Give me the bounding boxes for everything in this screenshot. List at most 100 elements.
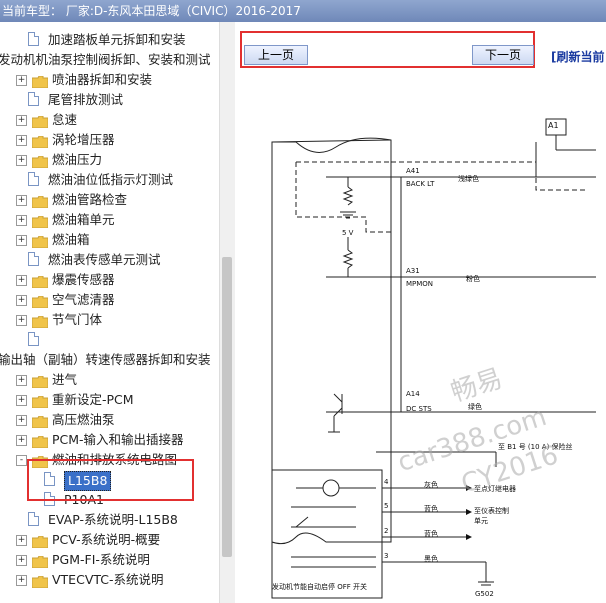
tree-item[interactable]: + 高压燃油泵 (0, 410, 220, 430)
tree-item[interactable]: 燃油油位低指示灯测试 (0, 170, 220, 190)
tree-item[interactable]: + 燃油箱单元 (0, 210, 220, 230)
tree-item[interactable]: + PGM-FI-系统说明 (0, 550, 220, 570)
tree-item[interactable]: + 空气滤清器 (0, 290, 220, 310)
tree-item[interactable]: 输出轴（副轴）转速传感器拆卸和安装 (0, 350, 220, 370)
tree-item[interactable] (0, 330, 220, 350)
tree-item[interactable]: 发动机机油泵控制阀拆卸、安装和测试 (0, 50, 220, 70)
a1-box-label: A1 (548, 121, 559, 130)
signal-a41: BACK LT (406, 180, 435, 188)
tree-item-label: 爆震传感器 (52, 272, 115, 287)
tree-item-label: PCM-输入和输出插接器 (52, 432, 184, 447)
expand-icon[interactable]: + (16, 155, 27, 166)
folder-icon (31, 294, 49, 309)
expand-icon[interactable]: + (16, 575, 27, 586)
scrollbar-thumb[interactable] (222, 257, 232, 557)
tree-item-label: 节气门体 (52, 312, 103, 327)
tree-item-label: 燃油箱单元 (52, 212, 115, 227)
tree-scrollbar[interactable] (219, 22, 235, 603)
expand-icon[interactable]: + (16, 135, 27, 146)
wire-color-5: 蓝色 (424, 505, 438, 513)
tree-item-label: PCV-系统说明-概要 (52, 532, 161, 547)
tree-item-label: 喷油器拆卸和安装 (52, 72, 153, 87)
signal-a14: DC STS (406, 405, 432, 413)
tree-item[interactable]: + 进气 (0, 370, 220, 390)
ground-label: G502 (475, 590, 494, 598)
voltage-label: 5 V (342, 229, 354, 237)
expand-icon[interactable]: + (16, 235, 27, 246)
expand-icon[interactable]: + (16, 195, 27, 206)
pin-a31: A31 (406, 267, 420, 275)
tree-item-label: 燃油表传感单元测试 (48, 252, 161, 267)
tree-item[interactable]: + 燃油压力 (0, 150, 220, 170)
tree-item[interactable]: EVAP-系统说明-L15B8 (0, 510, 220, 530)
expand-icon[interactable]: + (16, 215, 27, 226)
tree-panel: 加速踏板单元拆卸和安装发动机机油泵控制阀拆卸、安装和测试 + 喷油器拆卸和安装尾管排… (0, 22, 235, 603)
tree-item[interactable]: 燃油表传感单元测试 (0, 250, 220, 270)
tree-item-label: 重新设定-PCM (52, 392, 134, 407)
folder-icon (31, 194, 49, 209)
expand-icon[interactable]: + (16, 295, 27, 306)
tree-item-label: 加速踏板单元拆卸和安装 (48, 32, 186, 47)
pin-a14: A14 (406, 390, 420, 398)
expand-icon[interactable]: + (16, 275, 27, 286)
wire-color-3: 黑色 (424, 555, 438, 563)
wire-color-4: 灰色 (424, 481, 438, 489)
pin-5: 5 (384, 502, 389, 510)
expand-icon[interactable]: + (16, 115, 27, 126)
wiring-diagram (271, 118, 596, 599)
folder-icon (31, 554, 49, 569)
tree-item[interactable]: + 燃油管路检查 (0, 190, 220, 210)
tree-item[interactable]: + PCM-输入和输出插接器 (0, 430, 220, 450)
folder-icon (31, 434, 49, 449)
folder-icon (31, 314, 49, 329)
tree-item[interactable]: + 怠速 (0, 110, 220, 130)
tree-item-label: 尾管排放测试 (48, 92, 124, 107)
expand-icon[interactable]: + (16, 395, 27, 406)
tree-item[interactable]: + PCV-系统说明-概要 (0, 530, 220, 550)
pin-3: 3 (384, 552, 389, 560)
expand-icon[interactable]: + (16, 315, 27, 326)
collapse-icon[interactable]: - (16, 455, 27, 466)
expand-icon[interactable]: + (16, 535, 27, 546)
expand-icon[interactable]: + (16, 555, 27, 566)
tree-item[interactable]: + 涡轮增压器 (0, 130, 220, 150)
tree-item[interactable]: + VTECVTC-系统说明 (0, 570, 220, 590)
pin-4: 4 (384, 478, 389, 486)
document-icon (28, 32, 39, 46)
signal-a31: MPMON (406, 280, 434, 288)
document-icon (28, 252, 39, 266)
pin-2: 2 (384, 527, 389, 535)
wire-color-a41: 浅绿色 (458, 175, 479, 183)
document-icon (28, 92, 39, 106)
document-icon (28, 172, 39, 186)
tree-item-label: 高压燃油泵 (52, 412, 115, 427)
folder-icon (31, 214, 49, 229)
tree-item[interactable]: 尾管排放测试 (0, 90, 220, 110)
expand-icon[interactable]: + (16, 75, 27, 86)
tree-item-label: 燃油油位低指示灯测试 (48, 172, 174, 187)
tree-item-label: 燃油箱 (52, 232, 90, 247)
prev-page-button[interactable]: 上一页 (244, 45, 308, 65)
refresh-link[interactable]: [刷新当前 (551, 48, 605, 65)
tree-item[interactable]: 加速踏板单元拆卸和安装 (0, 30, 220, 50)
tree-item[interactable]: + 爆震传感器 (0, 270, 220, 290)
folder-icon (31, 154, 49, 169)
expand-icon[interactable]: + (16, 415, 27, 426)
folder-icon (31, 234, 49, 249)
document-icon (28, 332, 39, 346)
next-page-button[interactable]: 下一页 (472, 45, 534, 65)
pin-a41: A41 (406, 167, 420, 175)
tree-item[interactable]: + 喷油器拆卸和安装 (0, 70, 220, 90)
tree-item[interactable]: + 节气门体 (0, 310, 220, 330)
dest-5: 至仪表控制单元 (474, 507, 509, 525)
tree-item-label: 涡轮增压器 (52, 132, 115, 147)
tree-item[interactable]: + 重新设定-PCM (0, 390, 220, 410)
folder-icon (31, 74, 49, 89)
folder-icon (31, 394, 49, 409)
tree-item[interactable]: + 燃油箱 (0, 230, 220, 250)
tree-item-label: PGM-FI-系统说明 (52, 552, 150, 567)
expand-icon[interactable]: + (16, 435, 27, 446)
folder-icon (31, 374, 49, 389)
expand-icon[interactable]: + (16, 375, 27, 386)
tree-item-label: EVAP-系统说明-L15B8 (48, 512, 178, 527)
